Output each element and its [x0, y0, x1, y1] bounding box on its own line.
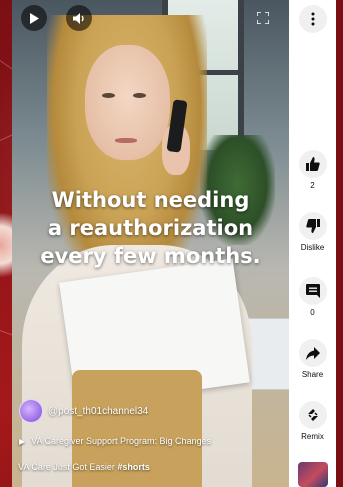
like-count: 2 — [310, 181, 315, 190]
playlist-icon: ▶ — [19, 436, 26, 446]
video-title-text: VA Care Just Got Easier — [18, 462, 115, 472]
caption-line: Without needing — [51, 188, 250, 212]
thumbs-up-icon — [305, 157, 320, 171]
video-title[interactable]: VA Care Just Got Easier #shorts — [18, 462, 150, 472]
playlist-link[interactable]: ▶ VA Caregiver Support Program: Big Chan… — [19, 436, 211, 446]
like-button[interactable] — [298, 150, 327, 178]
fullscreen-button[interactable] — [250, 5, 276, 31]
comments-button[interactable] — [298, 277, 327, 305]
video-hashtag[interactable]: #shorts — [117, 462, 150, 472]
like-action[interactable]: 2 — [289, 150, 336, 190]
remix-label: Remix — [301, 432, 324, 441]
caption-line: every few months. — [40, 244, 261, 268]
sound-thumbnail[interactable] — [298, 462, 328, 487]
scene-eye — [133, 93, 146, 98]
share-label: Share — [301, 370, 324, 379]
remix-icon — [307, 409, 318, 421]
remix-action[interactable]: Remix — [289, 401, 336, 441]
more-options-button[interactable] — [299, 5, 327, 33]
play-button[interactable] — [21, 5, 47, 31]
play-icon — [30, 12, 39, 24]
scene-mouth — [115, 138, 137, 143]
comments-action[interactable]: 0 — [289, 277, 336, 317]
action-sidebar: 2 Dislike 0 Share Remix — [289, 0, 336, 487]
thumbs-down-icon — [305, 219, 320, 233]
remix-button[interactable] — [298, 401, 327, 429]
dislike-button[interactable] — [298, 212, 327, 240]
channel-avatar[interactable] — [19, 399, 43, 423]
volume-button[interactable] — [66, 5, 92, 31]
dislike-action[interactable]: Dislike — [289, 212, 336, 252]
background-decoration — [0, 200, 12, 290]
share-action[interactable]: Share — [289, 339, 336, 379]
dislike-label: Dislike — [300, 243, 325, 252]
caption-line: a reauthorization — [47, 216, 254, 240]
comment-count: 0 — [310, 308, 315, 317]
scene-eye — [102, 93, 115, 98]
share-icon — [305, 346, 320, 360]
channel-handle[interactable]: @post_th01channel34 — [48, 406, 148, 417]
background-edge — [336, 0, 343, 487]
comment-icon — [305, 284, 320, 298]
fullscreen-icon — [257, 12, 269, 24]
share-button[interactable] — [298, 339, 327, 367]
more-vertical-icon — [311, 12, 315, 26]
playlist-label: VA Caregiver Support Program: Big Change… — [31, 436, 212, 446]
volume-icon — [72, 12, 84, 24]
channel-row[interactable]: @post_th01channel34 — [19, 399, 148, 423]
